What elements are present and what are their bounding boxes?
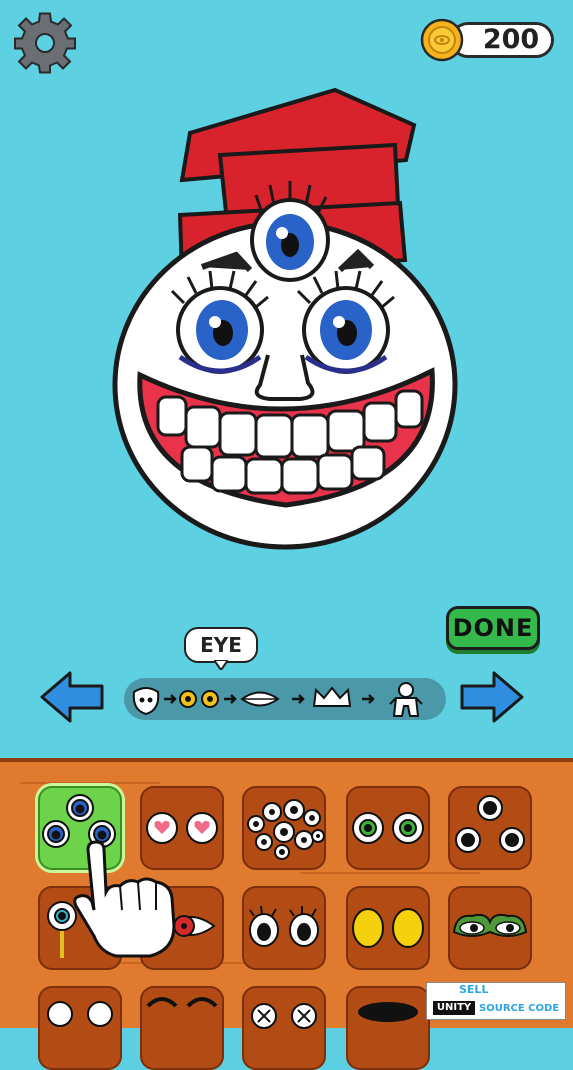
- step-hat-icon: [312, 686, 352, 707]
- step-eye-icon: [179, 690, 219, 708]
- coin-value: 200: [482, 24, 540, 55]
- option-yellow-eyes[interactable]: [346, 886, 430, 970]
- step-label-bubble: EYE: [184, 627, 258, 663]
- option-frog-eyes[interactable]: [448, 886, 532, 970]
- wood-grain: [300, 872, 480, 874]
- option-row3-4[interactable]: [346, 986, 430, 1070]
- option-triple-dark-eyes[interactable]: [448, 786, 532, 870]
- prev-arrow-icon[interactable]: [40, 670, 106, 724]
- tutorial-hand-icon: [73, 840, 176, 958]
- step-progress-bar: [124, 678, 446, 720]
- next-arrow-icon[interactable]: [458, 670, 524, 724]
- wood-grain: [20, 782, 160, 784]
- watermark-sell: SELL: [459, 983, 489, 996]
- watermark-unity: UNITY: [433, 1001, 475, 1015]
- bubble-tail: [214, 660, 228, 670]
- step-body-icon: [389, 682, 423, 717]
- coin-icon: [420, 18, 464, 62]
- option-row3-3[interactable]: [242, 986, 326, 1070]
- step-face-icon: [132, 687, 160, 716]
- option-lashed-eyes[interactable]: [242, 886, 326, 970]
- watermark-logo: SELL UNITY SOURCE CODE: [426, 982, 566, 1020]
- option-green-eyes[interactable]: [346, 786, 430, 870]
- done-button[interactable]: DONE: [446, 606, 540, 650]
- character-face: [112, 87, 458, 550]
- watermark-source: SOURCE CODE: [479, 1003, 560, 1014]
- option-row3-1[interactable]: [38, 986, 122, 1070]
- option-many-eyes[interactable]: [242, 786, 326, 870]
- option-row3-2[interactable]: [140, 986, 224, 1070]
- gear-icon[interactable]: [14, 12, 76, 74]
- step-mouth-icon: [240, 691, 280, 707]
